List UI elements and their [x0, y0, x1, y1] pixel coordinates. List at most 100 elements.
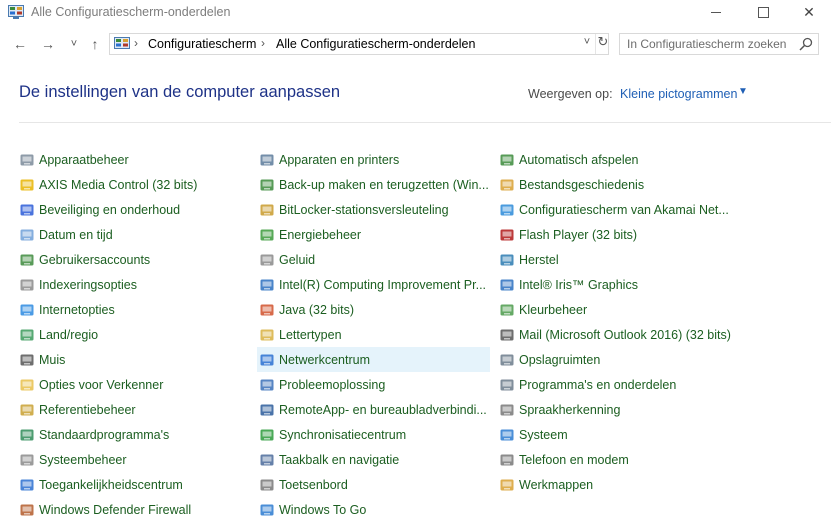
- control-panel-item[interactable]: Apparaten en printers: [257, 147, 490, 172]
- breadcrumb-separator[interactable]: ›: [134, 36, 138, 50]
- breadcrumb-separator[interactable]: ›: [261, 36, 265, 50]
- control-panel-item[interactable]: Taakbalk en navigatie: [257, 447, 490, 472]
- remote-icon: [259, 402, 275, 418]
- control-panel-item[interactable]: Lettertypen: [257, 322, 490, 347]
- control-panel-item[interactable]: Apparaatbeheer: [17, 147, 249, 172]
- control-panel-item[interactable]: Telefoon en modem: [497, 447, 797, 472]
- control-panel-item[interactable]: Java (32 bits): [257, 297, 490, 322]
- control-panel-item-label: Bestandsgeschiedenis: [519, 177, 645, 192]
- control-panel-item-label: Telefoon en modem: [519, 452, 629, 467]
- control-panel-item[interactable]: Systeembeheer: [17, 447, 249, 472]
- control-panel-item[interactable]: RemoteApp- en bureaubladverbindi...: [257, 397, 490, 422]
- control-panel-item[interactable]: Automatisch afspelen: [497, 147, 797, 172]
- control-panel-item[interactable]: Bestandsgeschiedenis: [497, 172, 797, 197]
- control-panel-item[interactable]: Windows To Go: [257, 497, 490, 522]
- recovery-icon: [499, 252, 515, 268]
- control-panel-item[interactable]: Configuratiescherm van Akamai Net...: [497, 197, 797, 222]
- control-panel-item[interactable]: Datum en tijd: [17, 222, 249, 247]
- control-panel-item[interactable]: Windows Defender Firewall: [17, 497, 249, 522]
- keyboard-icon: [259, 477, 275, 493]
- troubleshoot-icon: [259, 377, 275, 393]
- control-panel-item-label: Toetsenbord: [279, 477, 348, 492]
- up-button[interactable]: ↑: [85, 34, 105, 54]
- flash-icon: [499, 227, 515, 243]
- control-panel-item[interactable]: AXIS Media Control (32 bits): [17, 172, 249, 197]
- control-panel-item[interactable]: BitLocker-stationsversleuteling: [257, 197, 490, 222]
- fonts-icon: [259, 327, 275, 343]
- breadcrumb-all-items[interactable]: Alle Configuratiescherm-onderdelen: [276, 37, 475, 51]
- search-icon[interactable]: [799, 37, 813, 51]
- control-panel-item[interactable]: Gebruikersaccounts: [17, 247, 249, 272]
- control-panel-item[interactable]: Indexeringsopties: [17, 272, 249, 297]
- forward-button[interactable]: →: [38, 34, 58, 54]
- control-panel-item[interactable]: Back-up maken en terugzetten (Win...: [257, 172, 490, 197]
- breadcrumb-control-panel[interactable]: Configuratiescherm: [148, 37, 256, 51]
- control-panel-item-label: Synchronisatiecentrum: [279, 427, 407, 442]
- recent-locations-button[interactable]: ˅: [64, 34, 84, 54]
- backup-icon: [259, 177, 275, 193]
- control-panel-item[interactable]: Muis: [17, 347, 249, 372]
- control-panel-item[interactable]: Land/regio: [17, 322, 249, 347]
- storage-icon: [499, 352, 515, 368]
- control-panel-item[interactable]: Intel(R) Computing Improvement Pr...: [257, 272, 490, 297]
- control-panel-item[interactable]: Internetopties: [17, 297, 249, 322]
- control-panel-item-label: Systeembeheer: [39, 452, 127, 467]
- control-panel-item[interactable]: Beveiliging en onderhoud: [17, 197, 249, 222]
- search-box[interactable]: In Configuratiescherm zoeken: [619, 33, 819, 55]
- caret-down-icon[interactable]: ▼: [738, 86, 748, 97]
- network-icon: [259, 352, 275, 368]
- control-panel-item[interactable]: Intel® Iris™ Graphics: [497, 272, 797, 297]
- control-panel-item-label: Indexeringsopties: [39, 277, 137, 292]
- control-panel-item[interactable]: Synchronisatiecentrum: [257, 422, 490, 447]
- control-panel-item[interactable]: Systeem: [497, 422, 797, 447]
- accessibility-icon: [19, 477, 35, 493]
- file-history-icon: [499, 177, 515, 193]
- back-button[interactable]: ←: [10, 34, 30, 54]
- control-panel-item[interactable]: Standaardprogramma's: [17, 422, 249, 447]
- phone-icon: [499, 452, 515, 468]
- control-panel-item-label: Apparaten en printers: [279, 152, 400, 167]
- folder-options-icon: [19, 377, 35, 393]
- control-panel-item-label: Mail (Microsoft Outlook 2016) (32 bits): [519, 327, 731, 342]
- control-panel-item-label: Land/regio: [39, 327, 99, 342]
- view-by-dropdown[interactable]: Kleine pictogrammen: [620, 87, 737, 101]
- minimize-icon: [711, 12, 721, 13]
- control-panel-item-label: Herstel: [519, 252, 559, 267]
- control-panel-item[interactable]: Flash Player (32 bits): [497, 222, 797, 247]
- control-panel-item[interactable]: Probleemoplossing: [257, 372, 490, 397]
- control-panel-item[interactable]: Referentiebeheer: [17, 397, 249, 422]
- control-panel-item[interactable]: Programma's en onderdelen: [497, 372, 797, 397]
- control-panel-item-label: Energiebeheer: [279, 227, 362, 242]
- address-bar[interactable]: › Configuratiescherm › Alle Configuratie…: [109, 33, 609, 55]
- close-button[interactable]: ✕: [786, 0, 831, 25]
- items-column-2: Apparaten en printers Back-up maken en te…: [257, 147, 490, 522]
- search-input[interactable]: In Configuratiescherm zoeken: [627, 37, 786, 51]
- control-panel-item-label: Flash Player (32 bits): [519, 227, 638, 242]
- address-dropdown-button[interactable]: ˅: [580, 36, 594, 52]
- control-panel-item[interactable]: Netwerkcentrum: [257, 347, 490, 372]
- control-panel-item-label: Kleurbeheer: [519, 302, 588, 317]
- intel-graphics-icon: [499, 277, 515, 293]
- control-panel-item-label: Configuratiescherm van Akamai Net...: [519, 202, 729, 217]
- arrow-left-icon: ←: [13, 36, 27, 52]
- color-management-icon: [499, 302, 515, 318]
- control-panel-item[interactable]: Opslagruimten: [497, 347, 797, 372]
- control-panel-item[interactable]: Werkmappen: [497, 472, 797, 497]
- control-panel-item[interactable]: Spraakherkenning: [497, 397, 797, 422]
- control-panel-item[interactable]: Opties voor Verkenner: [17, 372, 249, 397]
- maximize-button[interactable]: [740, 0, 786, 25]
- control-panel-item[interactable]: Toetsenbord: [257, 472, 490, 497]
- control-panel-item[interactable]: Mail (Microsoft Outlook 2016) (32 bits): [497, 322, 797, 347]
- control-panel-item[interactable]: Energiebeheer: [257, 222, 490, 247]
- mail-icon: [499, 327, 515, 343]
- control-panel-item-label: Opslagruimten: [519, 352, 601, 367]
- minimize-button[interactable]: [693, 0, 739, 25]
- control-panel-item[interactable]: Kleurbeheer: [497, 297, 797, 322]
- window-title: Alle Configuratiescherm-onderdelen: [31, 5, 231, 19]
- chevron-down-icon: ˅: [70, 38, 78, 50]
- control-panel-item[interactable]: Toegankelijkheidscentrum: [17, 472, 249, 497]
- refresh-button[interactable]: ↻: [595, 34, 610, 54]
- control-panel-item[interactable]: Geluid: [257, 247, 490, 272]
- control-panel-item-label: Windows To Go: [279, 502, 367, 517]
- control-panel-item[interactable]: Herstel: [497, 247, 797, 272]
